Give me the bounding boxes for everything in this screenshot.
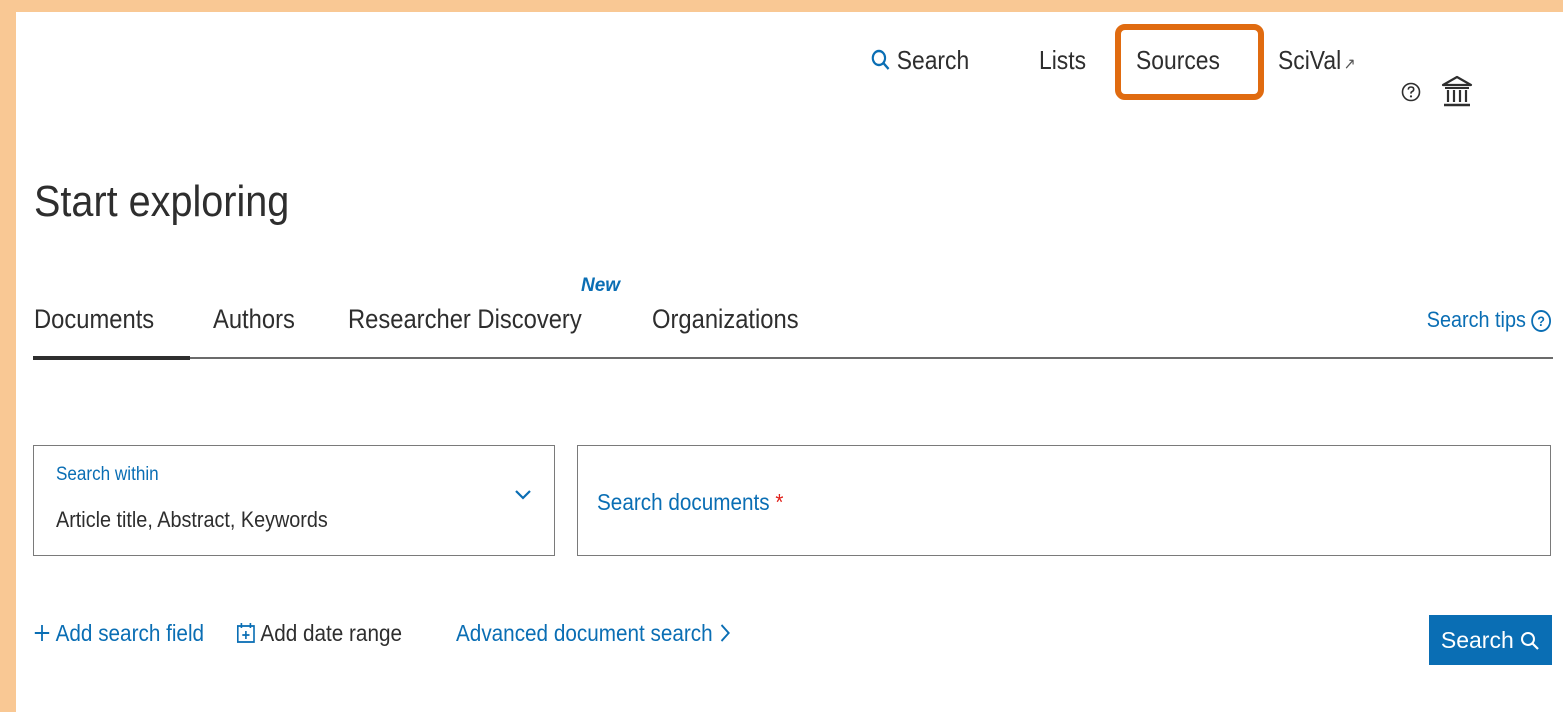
nav-scival-link[interactable]: SciVal ↗ (1278, 45, 1356, 76)
nav-search-link[interactable]: Search (871, 45, 969, 76)
search-tips-label: Search tips (1426, 307, 1526, 332)
search-tabs: Documents Authors Researcher Discovery N… (33, 275, 1553, 360)
nav-scival-label: SciVal (1278, 45, 1342, 75)
page-frame: Search Lists Sources SciVal ↗ Start explo… (16, 12, 1563, 712)
tab-authors[interactable]: Authors (213, 304, 295, 335)
plus-icon (33, 620, 51, 646)
tab-organizations[interactable]: Organizations (652, 304, 799, 335)
search-documents-label: Search documents (597, 489, 770, 515)
chevron-right-icon (718, 620, 731, 646)
tab-documents[interactable]: Documents (34, 304, 154, 335)
institution-icon[interactable] (1441, 75, 1473, 109)
required-marker: * (775, 489, 784, 515)
search-within-value: Article title, Abstract, Keywords (56, 507, 328, 532)
chevron-down-icon (514, 486, 532, 504)
add-search-field-label: Add search field (55, 620, 205, 646)
top-navigation: Search Lists Sources SciVal ↗ (16, 45, 1563, 107)
search-within-dropdown[interactable]: Search within Article title, Abstract, K… (33, 445, 555, 556)
search-within-label: Search within (56, 464, 159, 485)
help-circle-icon: ? (1531, 310, 1551, 333)
search-submit-button[interactable]: Search (1429, 615, 1552, 665)
active-tab-indicator (33, 356, 190, 360)
calendar-add-icon (236, 620, 256, 646)
advanced-document-search-link[interactable]: Advanced document search (456, 620, 731, 647)
advanced-search-label: Advanced document search (456, 620, 713, 646)
search-icon (1520, 627, 1540, 653)
nav-search-label: Search (896, 45, 970, 75)
search-tips-link[interactable]: Search tips? (1427, 307, 1551, 333)
search-documents-placeholder: Search documents * (597, 489, 783, 516)
add-date-range-link[interactable]: Add date range (236, 620, 402, 647)
sources-highlight-box (1115, 24, 1264, 100)
search-documents-input[interactable]: Search documents * (577, 445, 1551, 556)
nav-lists-link[interactable]: Lists (1039, 45, 1086, 76)
new-badge: New (581, 275, 621, 296)
search-button-label: Search (1440, 626, 1514, 653)
add-search-field-link[interactable]: Add search field (33, 620, 204, 647)
tab-researcher-discovery[interactable]: Researcher Discovery (348, 304, 582, 335)
add-date-range-label: Add date range (260, 620, 402, 646)
external-link-icon: ↗ (1343, 56, 1356, 73)
search-icon (871, 45, 897, 75)
search-actions: Add search field Add date range Advanced… (33, 615, 1553, 665)
help-icon[interactable] (1401, 82, 1421, 102)
page-title: Start exploring (34, 177, 290, 226)
